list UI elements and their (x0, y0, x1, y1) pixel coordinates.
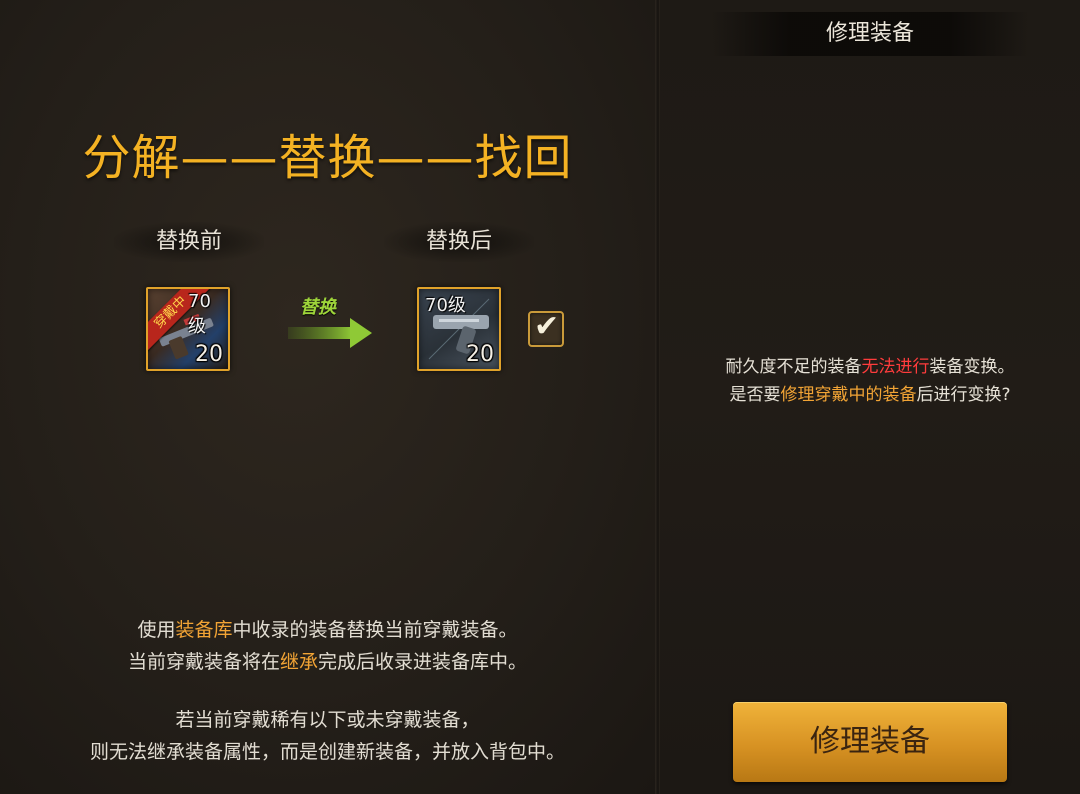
warning-line: 若当前穿戴稀有以下或未穿戴装备， (175, 709, 480, 731)
repair-notice: 耐久度不足的装备无法进行装备变换。 是否要修理穿戴中的装备后进行变换? (660, 353, 1080, 409)
warning-line: 则无法继承装备属性，而是创建新装备，并放入背包中。 (89, 741, 565, 763)
item-level: 70级 (425, 295, 466, 316)
notice-line: 耐久度不足的装备无法进行装备变换。 (725, 357, 1015, 377)
exchange-warning: 若当前穿戴稀有以下或未穿戴装备， 则无法继承装备属性，而是创建新装备，并放入背包… (0, 704, 655, 768)
before-item-slot[interactable]: 穿戴中 70级 20 (146, 287, 230, 371)
exchange-arrow-label: 替换 (300, 297, 336, 318)
confirm-checkbox[interactable]: ✔ (528, 309, 564, 347)
process-title: 分解——替换——找回 (82, 130, 573, 186)
after-label: 替换后 (384, 222, 534, 262)
item-count: 20 (195, 342, 223, 367)
exchange-description: 使用装备库中收录的装备替换当前穿戴装备。 当前穿戴装备将在继承完成后收录进装备库… (0, 614, 655, 678)
item-count: 20 (466, 342, 494, 367)
item-level: 70级 (188, 291, 211, 337)
checkmark-icon: ✔ (534, 309, 560, 344)
description-line: 当前穿戴装备将在继承完成后收录进装备库中。 (127, 651, 528, 673)
repair-button[interactable]: 修理装备 (733, 702, 1007, 782)
arrow-right-icon (288, 318, 372, 348)
after-item-slot[interactable]: 70级 20 (417, 287, 501, 371)
notice-line: 是否要修理穿戴中的装备后进行变换? (729, 385, 1011, 405)
before-label: 替换前 (114, 222, 264, 262)
dialog-title: 修理装备 (710, 12, 1030, 56)
description-line: 使用装备库中收录的装备替换当前穿戴装备。 (137, 619, 518, 641)
